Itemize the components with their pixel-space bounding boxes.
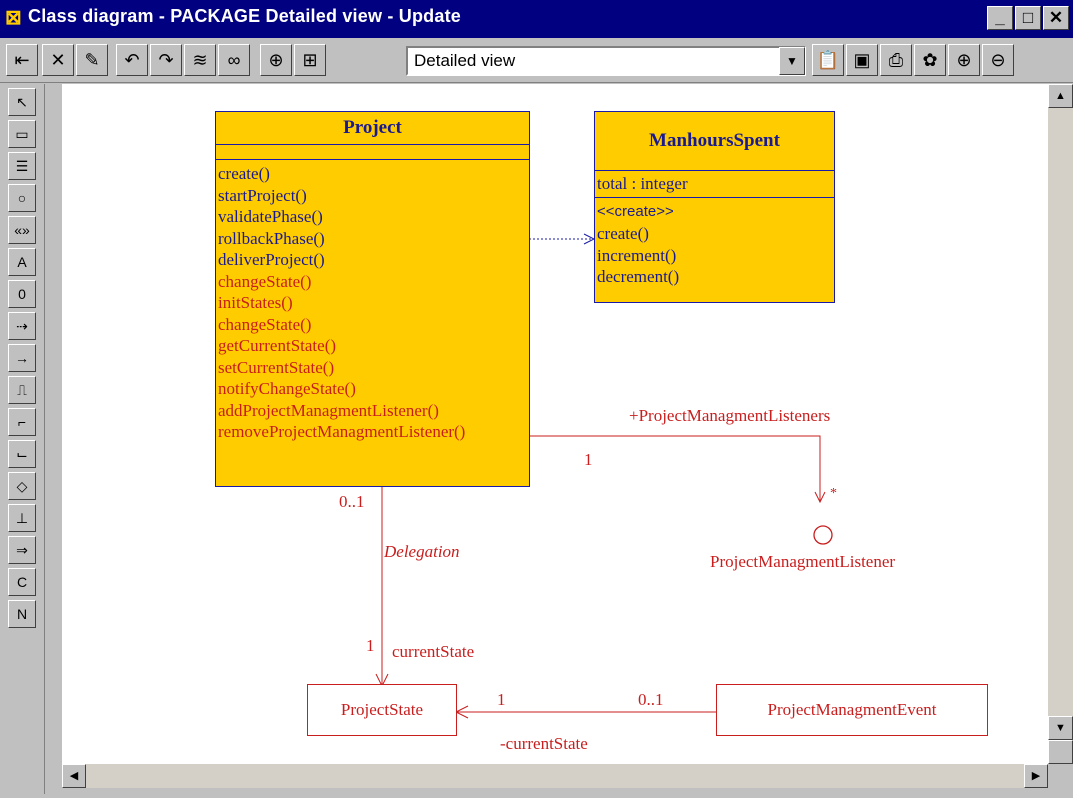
- diamond-icon[interactable]: ◇: [8, 472, 36, 500]
- attribute-icon[interactable]: A: [8, 248, 36, 276]
- undo-icon[interactable]: ↶: [116, 44, 148, 76]
- bracket-icon[interactable]: ⌐: [8, 408, 36, 436]
- class-project-operations: create() startProject() validatePhase() …: [216, 159, 529, 443]
- scroll-up-icon[interactable]: ▲: [1048, 84, 1073, 108]
- event-src-multiplicity: 0..1: [638, 690, 664, 709]
- interface-circle: [813, 525, 833, 545]
- current-state-role-label: currentState: [392, 642, 475, 661]
- edit-icon[interactable]: ✎: [76, 44, 108, 76]
- event-dst-multiplicity: 1: [497, 690, 506, 709]
- dependency-icon[interactable]: ⇢: [8, 312, 36, 340]
- class-attribute[interactable]: total : integer: [595, 170, 834, 197]
- wireless-icon[interactable]: ≋: [184, 44, 216, 76]
- delegation-src-multiplicity: 0..1: [339, 492, 365, 511]
- circle-icon[interactable]: ○: [8, 184, 36, 212]
- class-project-attributes: [216, 144, 529, 159]
- operation[interactable]: startProject(): [216, 185, 529, 207]
- toolbar: ⇤ ✕ ✎ ↶ ↷ ≋ ∞ ⊕ ⊞ Detailed view ▼ 📋 ▣ ⎙ …: [0, 40, 1073, 83]
- class-manhoursspent-name: ManhoursSpent: [649, 130, 780, 151]
- operation[interactable]: validatePhase(): [216, 206, 529, 228]
- print-icon[interactable]: ⎙: [880, 44, 912, 76]
- class-project[interactable]: Project create() startProject() validate…: [215, 111, 530, 487]
- class-icon[interactable]: ▭: [8, 120, 36, 148]
- palette-icon[interactable]: ✿: [914, 44, 946, 76]
- operation[interactable]: changeState(): [216, 271, 529, 293]
- scroll-right-icon[interactable]: ▶: [1024, 764, 1048, 788]
- scroll-left-icon[interactable]: ◀: [62, 764, 86, 788]
- listener-association: [529, 435, 821, 502]
- operation-icon[interactable]: 0: [8, 280, 36, 308]
- exit-icon[interactable]: ⇤: [6, 44, 38, 76]
- diagram-canvas[interactable]: Project create() startProject() validate…: [62, 84, 1048, 764]
- operation[interactable]: create(): [216, 163, 529, 185]
- class-projectstate-name: ProjectState: [340, 700, 424, 719]
- view-select[interactable]: Detailed view ▼: [406, 46, 806, 76]
- ruler-icon[interactable]: ⊥: [8, 504, 36, 532]
- right-arrow-icon[interactable]: ⇒: [8, 536, 36, 564]
- operation[interactable]: setCurrentState(): [216, 357, 529, 379]
- clipboard-icon[interactable]: 📋: [812, 44, 844, 76]
- scroll-down-icon[interactable]: ▼: [1048, 716, 1073, 740]
- class-projectmanagmentevent-name: ProjectManagmentEvent: [767, 700, 937, 719]
- class-manhoursspent-operations: <<create>> create() increment() decremen…: [595, 197, 834, 288]
- horizontal-scrollbar[interactable]: ◀ ▶: [62, 764, 1048, 788]
- class-project-name: Project: [343, 117, 402, 138]
- operation[interactable]: initStates(): [216, 292, 529, 314]
- pointer-icon[interactable]: ↖: [8, 88, 36, 116]
- title-bar: ⊠ Class diagram - PACKAGE Detailed view …: [0, 0, 1073, 38]
- zoom-out-icon[interactable]: ⊖: [982, 44, 1014, 76]
- class-manhoursspent[interactable]: ManhoursSpent total : integer <<create>>…: [594, 111, 835, 303]
- operation[interactable]: deliverProject(): [216, 249, 529, 271]
- scroll-corner: [1048, 740, 1073, 764]
- event-role-label: -currentState: [500, 734, 588, 753]
- down-step-icon[interactable]: ⌙: [8, 440, 36, 468]
- listeners-dst-multiplicity: *: [830, 486, 837, 501]
- minimize-icon[interactable]: _: [987, 6, 1013, 30]
- arrow-icon[interactable]: →: [8, 344, 36, 372]
- tool-palette: ↖ ▭ ☰ ○ «» A 0 ⇢ → ⎍ ⌐ ⌙ ◇ ⊥ ⇒ C N: [0, 84, 45, 794]
- n-icon[interactable]: N: [8, 600, 36, 628]
- listeners-src-multiplicity: 1: [584, 450, 593, 469]
- search-icon[interactable]: ∞: [218, 44, 250, 76]
- tree-icon[interactable]: ⊞: [294, 44, 326, 76]
- chevron-down-icon[interactable]: ▼: [779, 47, 805, 75]
- operation[interactable]: rollbackPhase(): [216, 228, 529, 250]
- app-icon: ⊠: [5, 7, 22, 29]
- vertical-scrollbar[interactable]: ▲ ▼: [1048, 84, 1073, 764]
- window-title: Class diagram - PACKAGE Detailed view - …: [28, 6, 461, 26]
- class-projectstate[interactable]: ProjectState: [307, 684, 457, 736]
- stereotype-label: <<create>>: [597, 203, 674, 220]
- operation[interactable]: removeProjectManagmentListener(): [216, 421, 529, 443]
- maximize-icon[interactable]: □: [1015, 6, 1041, 30]
- delegation-label: Delegation: [384, 542, 460, 561]
- operation[interactable]: getCurrentState(): [216, 335, 529, 357]
- redo-icon[interactable]: ↷: [150, 44, 182, 76]
- operation[interactable]: addProjectManagmentListener(): [216, 400, 529, 422]
- step-icon[interactable]: ⎍: [8, 376, 36, 404]
- target-icon[interactable]: ⊕: [260, 44, 292, 76]
- class-projectmanagmentevent[interactable]: ProjectManagmentEvent: [716, 684, 988, 736]
- list-icon[interactable]: ☰: [8, 152, 36, 180]
- view-select-value: Detailed view: [414, 51, 516, 70]
- c-icon[interactable]: C: [8, 568, 36, 596]
- operation[interactable]: notifyChangeState(): [216, 378, 529, 400]
- operation[interactable]: create(): [595, 223, 834, 245]
- window-icon[interactable]: ▣: [846, 44, 878, 76]
- interface-name: ProjectManagmentListener: [710, 552, 896, 571]
- stereotype-icon[interactable]: «»: [8, 216, 36, 244]
- operation[interactable]: decrement(): [595, 266, 834, 288]
- zoom-in-icon[interactable]: ⊕: [948, 44, 980, 76]
- delete-icon[interactable]: ✕: [42, 44, 74, 76]
- operation[interactable]: changeState(): [216, 314, 529, 336]
- listeners-role-label: +ProjectManagmentListeners: [629, 406, 831, 425]
- operation[interactable]: increment(): [595, 245, 834, 267]
- connections: [375, 233, 833, 719]
- delegation-dst-multiplicity: 1: [366, 636, 375, 655]
- close-icon[interactable]: ✕: [1043, 6, 1069, 30]
